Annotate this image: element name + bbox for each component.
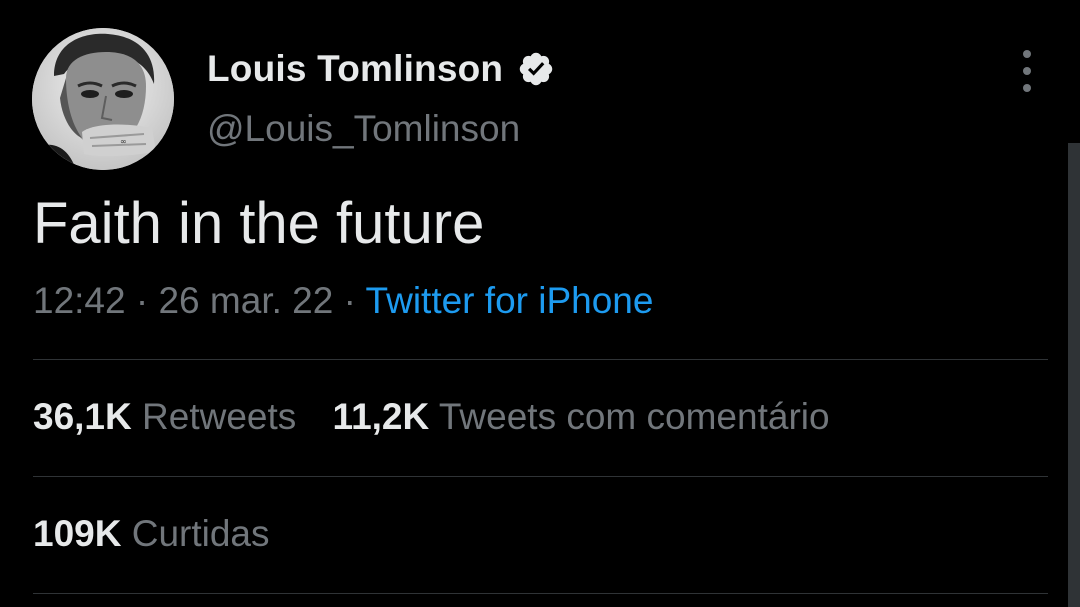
more-dot bbox=[1023, 50, 1031, 58]
likes-count: 109K bbox=[33, 513, 122, 554]
tweet-detail: ∞ Louis Tomlinson @Louis_Tomlinson Faith… bbox=[0, 0, 1080, 607]
tweet-date[interactable]: 26 mar. 22 bbox=[158, 280, 333, 321]
divider bbox=[33, 359, 1048, 360]
retweets-stat[interactable]: 36,1K Retweets bbox=[33, 396, 296, 438]
retweets-count: 36,1K bbox=[33, 396, 132, 437]
quotes-stat[interactable]: 11,2K Tweets com comentário bbox=[333, 396, 830, 438]
more-vertical-icon[interactable] bbox=[1010, 50, 1044, 92]
tweet-source-link[interactable]: Twitter for iPhone bbox=[366, 280, 654, 321]
meta-separator: · bbox=[333, 280, 366, 321]
divider bbox=[33, 593, 1048, 594]
scrollbar[interactable] bbox=[1068, 143, 1080, 607]
more-dot bbox=[1023, 67, 1031, 75]
tweet-text: Faith in the future bbox=[33, 191, 485, 256]
avatar[interactable]: ∞ bbox=[32, 28, 174, 170]
tweet-time[interactable]: 12:42 bbox=[33, 280, 126, 321]
likes-stat[interactable]: 109K Curtidas bbox=[33, 513, 270, 555]
likes-label: Curtidas bbox=[131, 513, 270, 554]
svg-text:∞: ∞ bbox=[120, 137, 127, 146]
more-dot bbox=[1023, 84, 1031, 92]
quotes-count: 11,2K bbox=[332, 396, 430, 437]
meta-separator: · bbox=[125, 280, 159, 321]
quotes-label: Tweets com comentário bbox=[438, 396, 830, 437]
author-display-name[interactable]: Louis Tomlinson bbox=[207, 48, 503, 90]
divider bbox=[33, 476, 1048, 477]
author-handle[interactable]: @Louis_Tomlinson bbox=[207, 108, 520, 150]
author-name-row: Louis Tomlinson bbox=[207, 46, 555, 92]
stats-row-likes: 109K Curtidas bbox=[33, 513, 270, 555]
retweets-label: Retweets bbox=[142, 396, 297, 437]
avatar-photo: ∞ bbox=[32, 28, 174, 170]
verified-badge-icon bbox=[517, 50, 555, 88]
tweet-meta: 12:42 · 26 mar. 22 · Twitter for iPhone bbox=[33, 280, 653, 322]
stats-row-shares: 36,1K Retweets 11,2K Tweets com comentár… bbox=[33, 396, 830, 438]
